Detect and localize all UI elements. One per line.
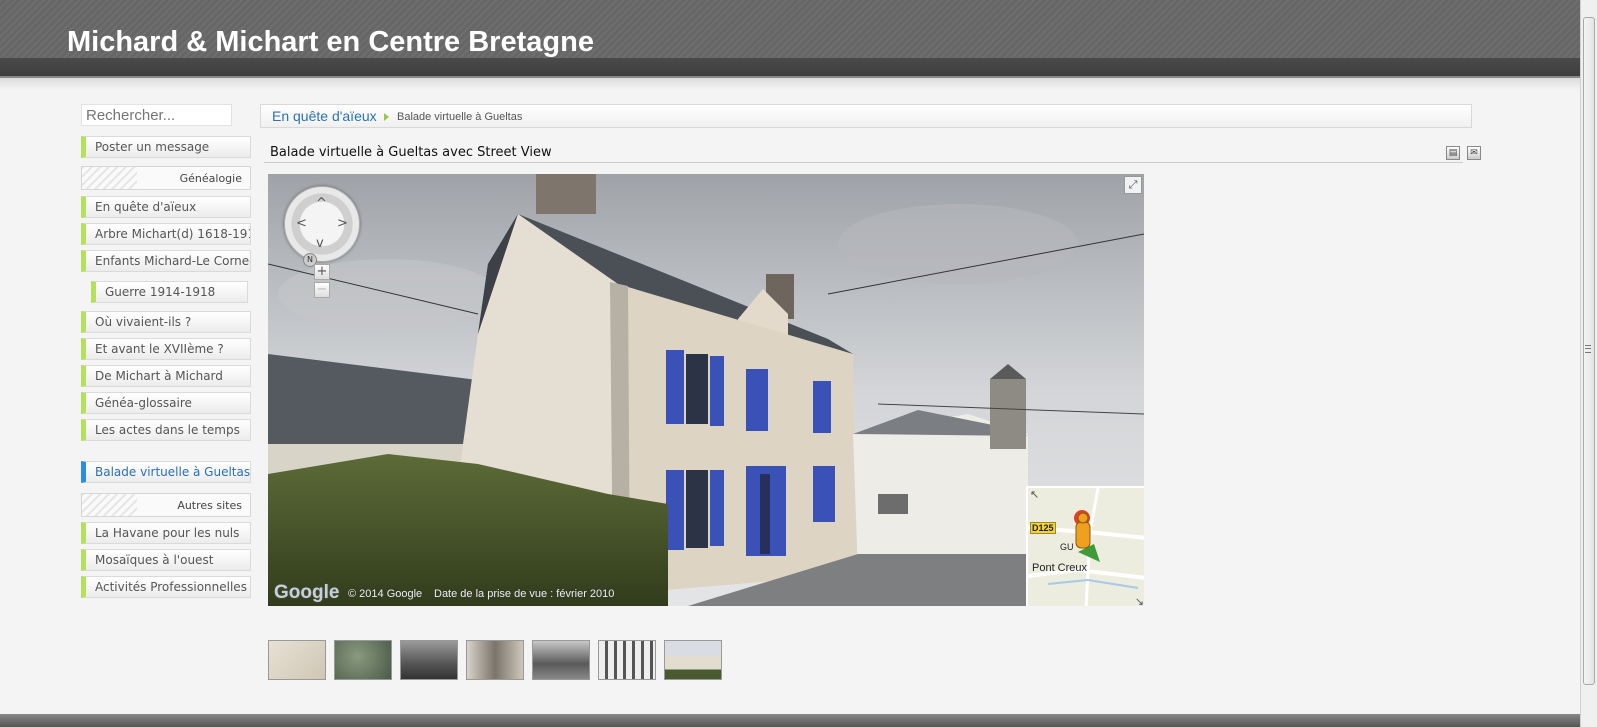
- pan-control[interactable]: ^ v < > N: [284, 186, 360, 267]
- sidebar-subitem-guerre[interactable]: Guerre 1914-1918: [91, 281, 248, 303]
- pan-left-icon[interactable]: <: [296, 217, 307, 230]
- pegman-icon[interactable]: [1068, 508, 1108, 568]
- sidebar-item-label: Généa-glossaire: [95, 396, 192, 410]
- fullscreen-icon[interactable]: ⤢: [1124, 176, 1142, 194]
- breadcrumb-current: Balade virtuelle à Gueltas: [397, 111, 523, 123]
- sidebar-item-enfants[interactable]: Enfants Michard-Le Cornec: [81, 250, 251, 272]
- site-header: Michard & Michart en Centre Bretagne: [0, 0, 1580, 58]
- sidebar-item-glossaire[interactable]: Généa-glossaire: [81, 392, 251, 414]
- sidebar-item-label: Où vivaient-ils ?: [95, 315, 192, 329]
- breadcrumb: En quête d'aïeux Balade virtuelle à Guel…: [260, 104, 1472, 128]
- sidebar-item-havane[interactable]: La Havane pour les nuls: [81, 522, 251, 544]
- street-view-panorama[interactable]: ^ v < > N + − ⤢ Google © 2014 Google Dat…: [268, 174, 1144, 606]
- thumbnail-photo[interactable]: [532, 640, 590, 680]
- sidebar-section-label: Autres sites: [177, 499, 242, 512]
- sidebar-section-label: Généalogie: [179, 172, 242, 185]
- thumbnail-map[interactable]: [268, 640, 326, 680]
- thumbnail-aerial[interactable]: [334, 640, 392, 680]
- sidebar-item-de-michart[interactable]: De Michart à Michard: [81, 365, 251, 387]
- mini-map[interactable]: D125 GU Pont Creux ↖ ↘: [1026, 486, 1144, 606]
- resize-map-icon[interactable]: ↘: [1135, 595, 1144, 606]
- sidebar-item-balade-active[interactable]: Balade virtuelle à Gueltas: [81, 461, 251, 483]
- search-input[interactable]: [81, 104, 232, 126]
- sidebar-item-arbre[interactable]: Arbre Michart(d) 1618-1919: [81, 223, 251, 245]
- thumbnail-photo[interactable]: [400, 640, 458, 680]
- google-logo[interactable]: Google: [274, 582, 339, 604]
- sidebar-item-label: Arbre Michart(d) 1618-1919: [95, 227, 251, 241]
- site-title[interactable]: Michard & Michart en Centre Bretagne: [67, 26, 594, 59]
- pan-right-icon[interactable]: >: [337, 217, 348, 230]
- thumbnail-photo[interactable]: [598, 640, 656, 680]
- sidebar-item-label: Balade virtuelle à Gueltas: [95, 465, 251, 479]
- sidebar-section-autres-sites: Autres sites: [81, 493, 251, 517]
- street-view-image[interactable]: [268, 174, 1144, 606]
- sidebar-item-activites[interactable]: Activités Professionnelles: [81, 576, 251, 598]
- pan-up-icon[interactable]: ^: [316, 197, 327, 210]
- sidebar-item-label: La Havane pour les nuls: [95, 526, 240, 540]
- sidebar-item-label: Activités Professionnelles: [95, 580, 247, 594]
- page-footer: [0, 714, 1580, 727]
- sidebar-item-actes[interactable]: Les actes dans le temps: [81, 419, 251, 441]
- scrollbar-grip-icon: [1585, 345, 1591, 353]
- pan-down-icon[interactable]: v: [316, 237, 324, 250]
- sidebar-section-genealogie: Généalogie: [81, 166, 251, 190]
- sidebar-item-label: En quête d'aïeux: [95, 200, 197, 214]
- sidebar-item-post-message[interactable]: Poster un message: [81, 136, 251, 158]
- expand-map-icon[interactable]: ↖: [1030, 488, 1039, 501]
- sidebar-item-mosaiques[interactable]: Mosaïques à l'ouest: [81, 549, 251, 571]
- sidebar-item-label: Mosaïques à l'ouest: [95, 553, 214, 567]
- sidebar-item-en-quete[interactable]: En quête d'aïeux: [81, 196, 251, 218]
- header-band: [0, 58, 1580, 78]
- breadcrumb-arrow-icon: [384, 113, 389, 121]
- sidebar-item-et-avant[interactable]: Et avant le XVIIème ?: [81, 338, 251, 360]
- pdf-icon[interactable]: ▤: [1446, 146, 1460, 160]
- copyright-text: © 2014 Google: [348, 588, 423, 600]
- sidebar-item-label: De Michart à Michard: [95, 369, 223, 383]
- sidebar-item-label: Les actes dans le temps: [95, 423, 240, 437]
- sidebar-item-label: Guerre 1914-1918: [105, 285, 216, 299]
- capture-date-text: Date de la prise de vue : février 2010: [434, 588, 615, 600]
- road-label: D125: [1030, 522, 1056, 534]
- breadcrumb-parent-link[interactable]: En quête d'aïeux: [272, 108, 377, 124]
- sidebar-item-label: Enfants Michard-Le Cornec: [95, 254, 251, 268]
- sidebar-item-ou-vivaient[interactable]: Où vivaient-ils ?: [81, 311, 251, 333]
- email-icon[interactable]: ✉: [1467, 146, 1481, 160]
- vertical-scrollbar[interactable]: [1580, 0, 1597, 727]
- thumbnail-house[interactable]: [664, 640, 722, 680]
- sidebar-item-label: Et avant le XVIIème ?: [95, 342, 224, 356]
- header-shade: [0, 78, 1580, 90]
- article-title-rule: [264, 162, 1463, 163]
- sidebar-item-label: Poster un message: [95, 140, 210, 154]
- thumbnail-photo[interactable]: [466, 640, 524, 680]
- article-title: Balade virtuelle à Gueltas avec Street V…: [270, 145, 552, 160]
- zoom-out-button[interactable]: −: [314, 282, 330, 298]
- zoom-in-button[interactable]: +: [314, 264, 330, 280]
